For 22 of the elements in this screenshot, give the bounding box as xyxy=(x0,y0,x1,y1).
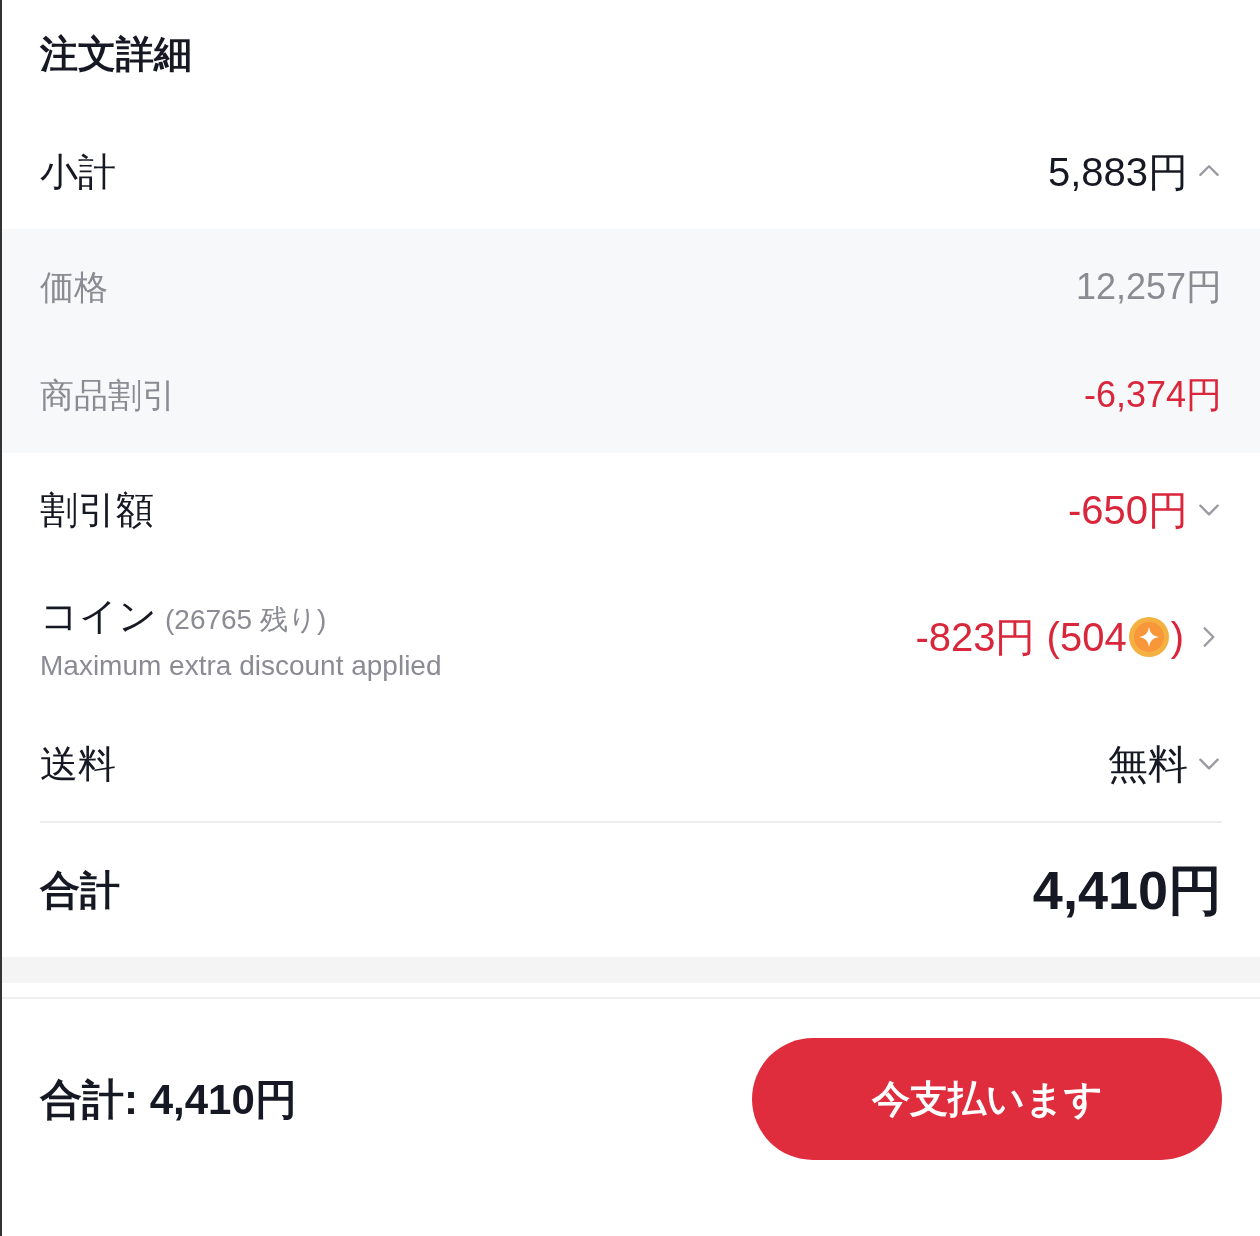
coin-discount: -823円 (504 xyxy=(915,614,1127,661)
coin-discount-end: ) xyxy=(1170,614,1184,661)
total-value: 4,410円 xyxy=(1032,858,1222,922)
total-label: 合計 xyxy=(40,867,120,914)
pay-button[interactable]: 今支払います xyxy=(752,1038,1222,1160)
section-title: 注文詳細 xyxy=(40,33,192,75)
expand-toggle[interactable]: -650円 xyxy=(1067,480,1222,540)
coin-balance: (26765 残り) xyxy=(165,602,327,637)
coin-note: Maximum extra discount applied xyxy=(40,648,442,683)
row-label: 割引額 xyxy=(40,487,154,533)
coin-icon xyxy=(1126,615,1171,659)
expand-toggle[interactable]: 無料 xyxy=(1108,734,1222,794)
footer-total: 合計: 4,410円 xyxy=(40,1074,297,1125)
row-label: コイン xyxy=(40,593,157,639)
row-label: 小計 xyxy=(40,149,116,195)
expand-toggle[interactable]: 5,883円 xyxy=(1047,142,1222,202)
detail-label: 価格 xyxy=(40,266,108,308)
detail-value: -6,374円 xyxy=(1083,373,1222,417)
detail-value: 12,257円 xyxy=(1075,265,1222,309)
detail-label: 商品割引 xyxy=(40,374,176,416)
row-label: 送料 xyxy=(40,741,116,787)
coin-row[interactable]: コイン (26765 残り) Maximum extra discount applied -823円 (504 ) xyxy=(2,567,1260,707)
